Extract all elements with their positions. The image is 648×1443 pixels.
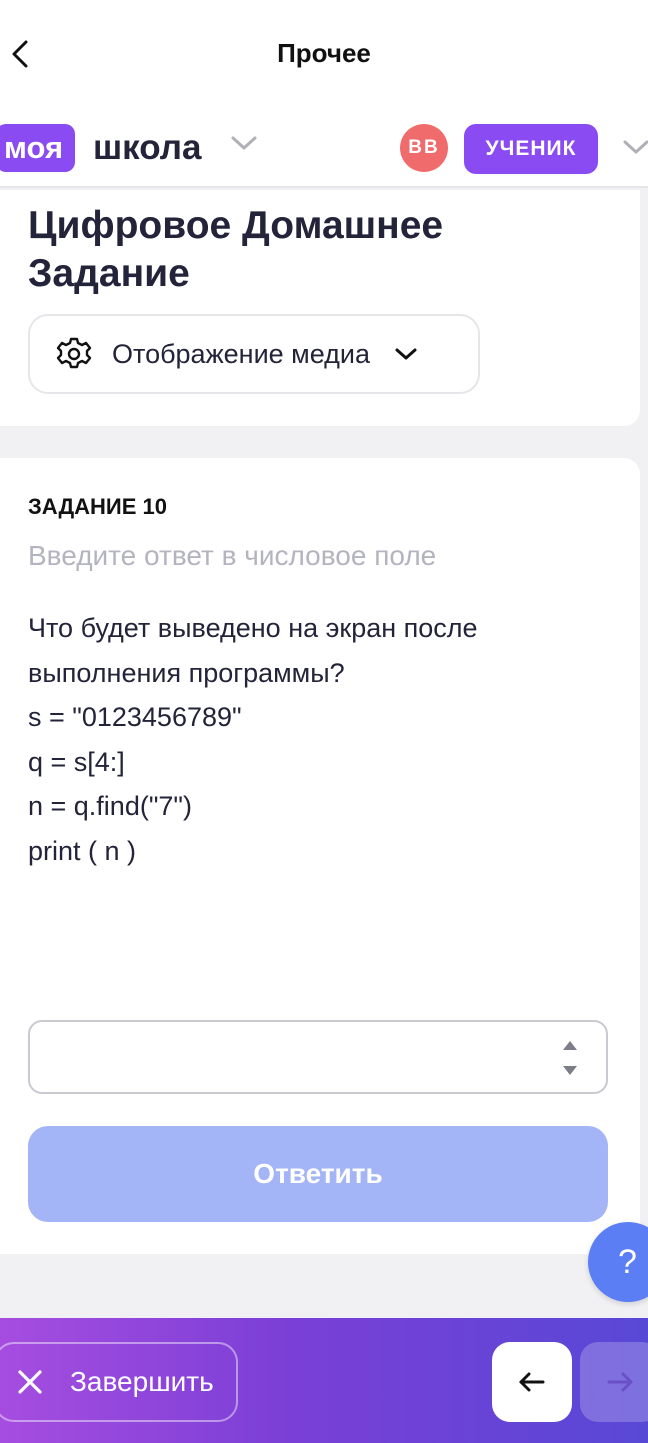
close-icon bbox=[16, 1367, 46, 1397]
role-badge[interactable]: УЧЕНИК bbox=[464, 124, 598, 174]
submit-answer-button[interactable]: Ответить bbox=[28, 1126, 608, 1222]
homework-header-card: Цифровое Домашнее Задание Отображение ме… bbox=[0, 190, 640, 426]
finish-button[interactable]: Завершить bbox=[0, 1342, 238, 1422]
chevron-down-icon bbox=[623, 140, 648, 154]
chevron-down-icon bbox=[231, 136, 257, 150]
task-hint: Введите ответ в числовое поле bbox=[28, 540, 437, 571]
question-line: q = s[4:] bbox=[28, 746, 125, 777]
answer-field bbox=[28, 1020, 608, 1094]
task-number: ЗАДАНИЕ 10 bbox=[28, 494, 168, 519]
finish-label: Завершить bbox=[70, 1366, 214, 1397]
question-line: s = "0123456789" bbox=[28, 702, 242, 733]
nav-title: Прочее bbox=[277, 38, 371, 68]
avatar[interactable]: ВВ bbox=[400, 124, 448, 172]
arrow-left-icon bbox=[519, 1372, 545, 1392]
question-line: n = q.find("7") bbox=[28, 791, 193, 822]
media-display-button[interactable]: Отображение медиа bbox=[28, 314, 480, 394]
next-task-button[interactable] bbox=[580, 1342, 648, 1422]
gear-icon bbox=[56, 335, 94, 373]
stepper-icon[interactable] bbox=[560, 1038, 580, 1078]
previous-task-button[interactable] bbox=[492, 1342, 572, 1422]
task-card: ЗАДАНИЕ 10 Введите ответ в числовое поле… bbox=[0, 458, 640, 1254]
page-title: Цифровое Домашнее Задание bbox=[28, 204, 444, 295]
question-line: print ( n ) bbox=[28, 835, 137, 866]
role-selector-chevron[interactable] bbox=[622, 138, 648, 161]
answer-input[interactable] bbox=[46, 1022, 546, 1092]
top-navigation-bar: Прочее bbox=[0, 0, 648, 110]
question-line: Что будет выведено на экран после bbox=[28, 613, 478, 643]
chevron-down-icon bbox=[394, 346, 418, 362]
logo-badge: моя bbox=[0, 124, 76, 172]
logo-text: школа bbox=[93, 128, 202, 167]
media-display-label: Отображение медиа bbox=[112, 338, 371, 369]
question-text: Что будет выведено на экран после выполн… bbox=[28, 606, 608, 874]
question-line: выполнения программы? bbox=[28, 657, 345, 688]
bottom-action-bar: Завершить bbox=[0, 1318, 648, 1443]
arrow-right-icon bbox=[607, 1372, 633, 1392]
school-selector-chevron[interactable] bbox=[230, 134, 258, 157]
